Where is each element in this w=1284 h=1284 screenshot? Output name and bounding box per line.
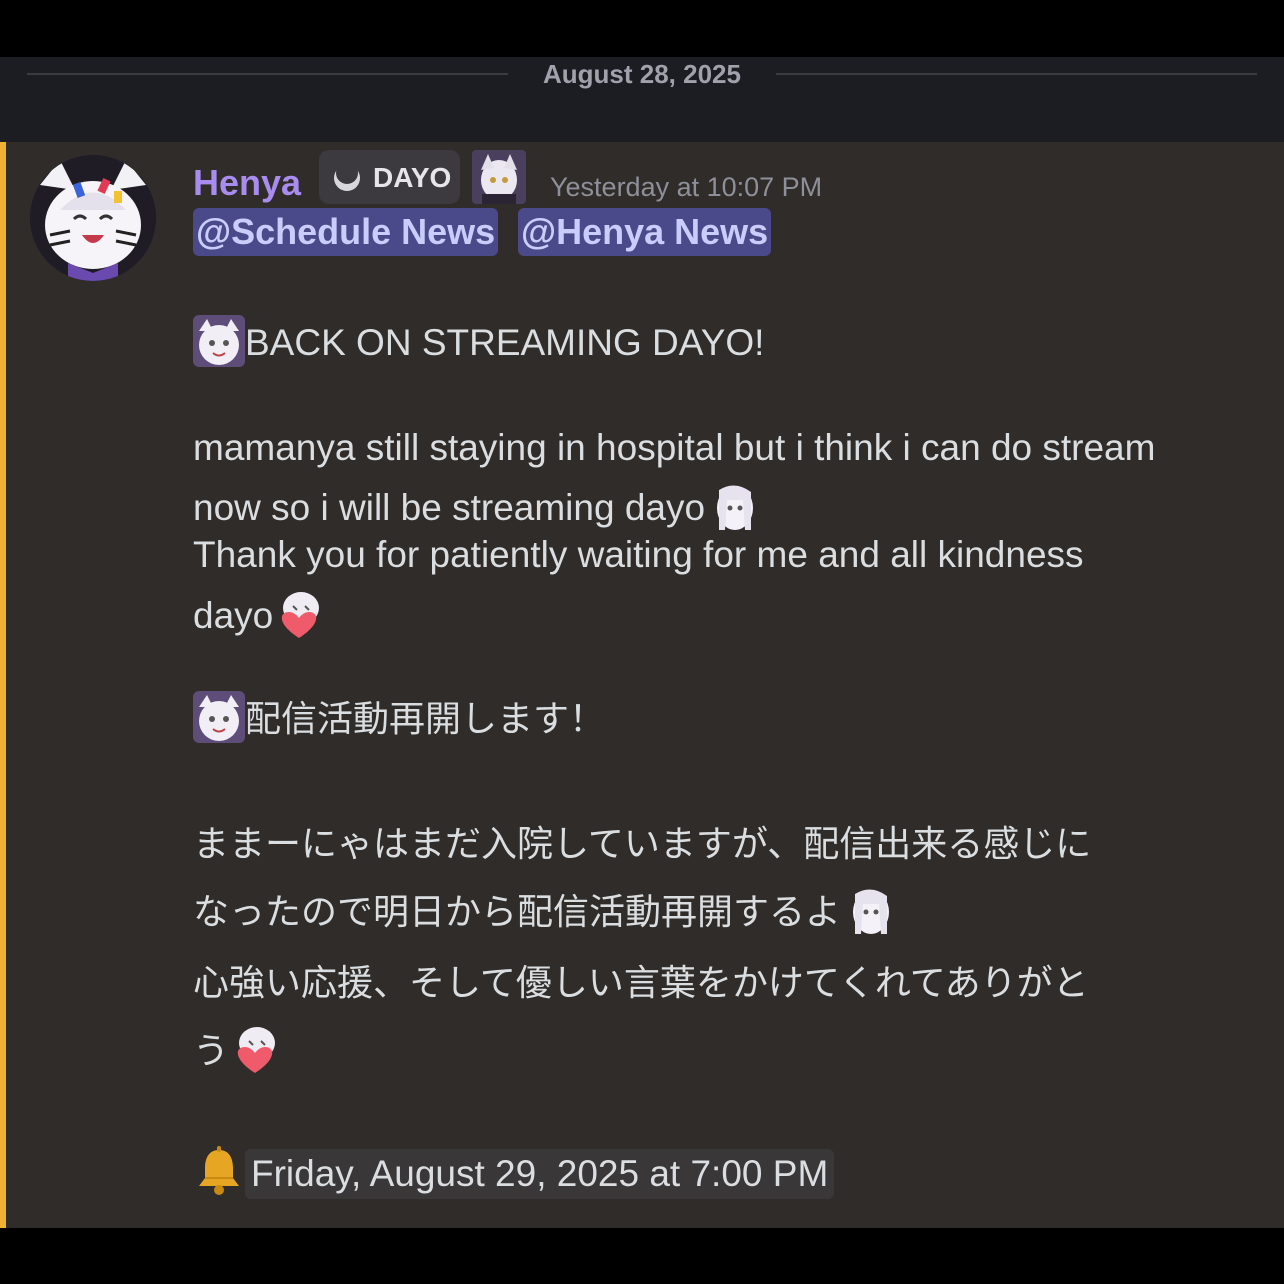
avatar-henya-icon [30, 155, 156, 281]
jp-body-4-text: う [193, 1031, 230, 1072]
date-divider: August 28, 2025 [0, 57, 1284, 142]
divider-line-left [27, 73, 508, 75]
bell-icon [199, 1146, 239, 1195]
jp-body-2-text: なったので明日から配信活動再開するよ [193, 892, 842, 933]
moon-icon [334, 162, 360, 191]
event-timestamp-chip[interactable]: Friday, August 29, 2025 at 7:00 PM [245, 1149, 835, 1199]
jp-heading-line: 配信活動再開します！ [193, 690, 605, 743]
server-tag[interactable]: DAYO [319, 150, 460, 204]
en-heading: BACK ON STREAMING DAYO! [245, 322, 765, 363]
en-body-line-2: now so i will be streaming dayo [193, 480, 758, 532]
mention-schedule-news[interactable]: @Schedule News [193, 208, 499, 256]
jp-body-line-2: なったので明日から配信活動再開するよ [193, 883, 894, 936]
jp-body-line-1: ままーにゃはまだ入院していますが、配信出来る感じに [193, 824, 1092, 865]
top-bar [0, 0, 1284, 57]
bottom-bar [0, 1228, 1284, 1284]
message[interactable]: Henya DAYO Yesterday at 10:07 PM @Schedu… [0, 142, 1284, 1228]
en-body-line-4: dayo [193, 588, 326, 640]
henya-peek-emoji [705, 480, 758, 532]
divider-date: August 28, 2025 [543, 59, 741, 89]
server-tag-label: DAYO [373, 162, 452, 193]
jp-body-line-3: 心強い応援、そして優しい言葉をかけてくれてありがと [193, 963, 1089, 1004]
en-body-4-text: dayo [193, 595, 274, 636]
role-henya-icon[interactable] [472, 150, 526, 204]
author-avatar[interactable] [30, 155, 156, 281]
event-time-line: Friday, August 29, 2025 at 7:00 PM [193, 1144, 835, 1199]
en-body-2-text: now so i will be streaming dayo [193, 487, 706, 528]
en-body-line-1: mamanya still staying in hospital but i … [193, 427, 1156, 468]
divider-line-right [776, 73, 1257, 75]
henya-heart-emoji [229, 1023, 282, 1075]
henya-heart-emoji [273, 588, 326, 640]
en-heading-line: BACK ON STREAMING DAYO! [193, 315, 764, 367]
mention-henya-news[interactable]: @Henya News [518, 208, 772, 256]
en-body-line-3: Thank you for patiently waiting for me a… [193, 534, 1084, 575]
author-name[interactable]: Henya [193, 162, 301, 204]
henya-emoji [193, 691, 245, 743]
highlight-bar [0, 142, 6, 1228]
jp-body-line-4: う [193, 1022, 282, 1075]
jp-heading: 配信活動再開します！ [245, 699, 606, 740]
henya-emoji [193, 315, 245, 367]
message-timestamp[interactable]: Yesterday at 10:07 PM [550, 172, 822, 203]
henya-peek-emoji [841, 884, 894, 936]
